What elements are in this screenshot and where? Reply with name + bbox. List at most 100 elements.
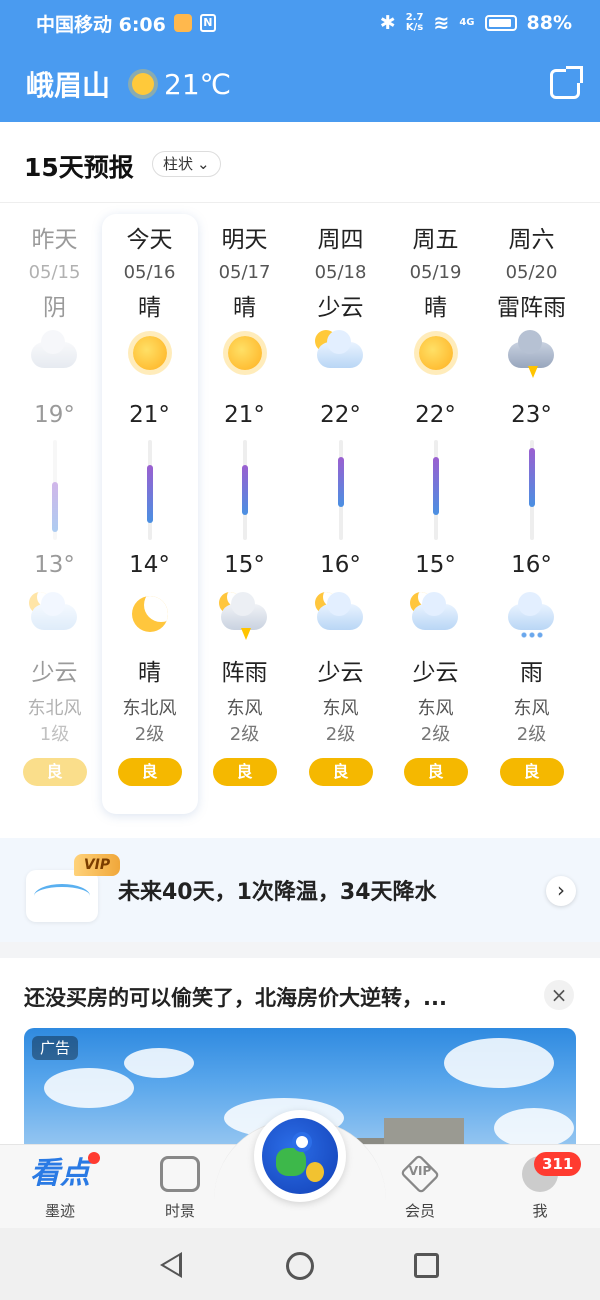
day-weather-icon: [102, 328, 197, 390]
moon-icon: [132, 596, 168, 632]
system-nav-bar: [0, 1228, 600, 1300]
day-weather: 晴: [138, 295, 161, 321]
day-date: 05/19: [409, 262, 462, 283]
low-temp: 15°: [415, 552, 456, 578]
air-quality-badge: 良: [22, 758, 87, 786]
notification-icon: [173, 14, 192, 32]
cloud-icon: [31, 592, 77, 630]
nav-label: 我: [532, 1202, 548, 1220]
temp-range-bar: [293, 440, 388, 540]
nav-item-huiyuan[interactable]: VIP 会员: [380, 1153, 460, 1221]
carrier-time: 中国移动 6:06: [36, 13, 166, 36]
chevron-down-icon: ⌄: [197, 155, 210, 173]
low-temp: 15°: [224, 552, 265, 578]
city-name[interactable]: 峨眉山: [26, 64, 110, 104]
vip-icon-text: VIP: [408, 1164, 432, 1178]
low-temp: 16°: [511, 552, 552, 578]
wind-direction: 东北风: [27, 698, 82, 719]
thunderstorm-icon: [508, 330, 554, 368]
forecast-day-column[interactable]: 明天 05/17 晴 21° 15° 阵雨 东风 2级良: [197, 222, 292, 786]
wind-direction: 东风: [322, 698, 359, 719]
battery-percent: 88%: [526, 12, 572, 34]
night-weather: 晴: [138, 660, 161, 686]
day-name: 周五: [412, 227, 459, 253]
ad-label: 广告: [32, 1036, 79, 1060]
forecast-day-column[interactable]: 周五 05/19 晴 22° 15° 少云 东风 2级良: [388, 222, 483, 786]
day-name: 今天: [126, 227, 173, 253]
globe-icon[interactable]: [254, 1110, 346, 1202]
high-temp: 19°: [34, 402, 75, 428]
wind-direction: 东风: [226, 698, 263, 719]
night-weather: 雨: [520, 660, 543, 686]
vip-forecast-banner[interactable]: VIP 未来40天，1次降温，34天降水: [0, 838, 600, 942]
app-header: 中国移动 6:06 N ✱ 2.7 K/s ≋ 4G 88% 峨眉山 21℃: [0, 0, 600, 122]
day-date: 05/16: [123, 262, 176, 283]
wind-level: 2级: [229, 724, 260, 745]
day-name: 周六: [508, 227, 555, 253]
day-name: 周四: [317, 227, 364, 253]
day-weather: 雷阵雨: [497, 295, 566, 321]
day-date: 05/20: [505, 262, 558, 283]
nav-label: 时景: [164, 1202, 195, 1220]
vip-badge: VIP: [74, 854, 120, 876]
recent-apps-icon[interactable]: [414, 1253, 439, 1278]
vip-icon: VIP: [399, 1153, 441, 1195]
high-temp: 22°: [415, 402, 456, 428]
high-temp: 22°: [320, 402, 361, 428]
nav-label: 墨迹: [44, 1202, 75, 1220]
day-weather-icon: [388, 328, 483, 390]
night-weather-icon: [7, 590, 102, 650]
cloud-icon: [412, 592, 458, 630]
night-weather-icon: [388, 590, 483, 650]
night-weather-icon: [484, 590, 579, 650]
picture-icon: [160, 1156, 200, 1192]
cloud-icon: [317, 592, 363, 630]
cloud-icon: [221, 592, 267, 630]
night-weather: 少云: [317, 660, 364, 686]
share-icon[interactable]: [550, 66, 583, 99]
air-quality-badge: 良: [403, 758, 468, 786]
home-icon[interactable]: [286, 1252, 314, 1280]
forecast-day-column[interactable]: 周六 05/20 雷阵雨 23° 16° 雨东风 2级良: [484, 222, 579, 786]
chart-mode-dropdown[interactable]: 柱状 ⌄: [152, 151, 221, 177]
wind-direction: 东风: [417, 698, 454, 719]
chevron-right-icon[interactable]: ›: [546, 876, 576, 906]
wind-level: 2级: [134, 724, 165, 745]
nav-label: 会员: [404, 1202, 435, 1220]
news-title[interactable]: 还没买房的可以偷笑了，北海房价大逆转，...: [24, 982, 534, 1012]
notification-dot: [88, 1152, 100, 1164]
network-type: 4G: [459, 17, 475, 28]
wind-level: 2级: [325, 724, 356, 745]
battery-icon: [484, 15, 517, 31]
divider: [0, 202, 600, 203]
high-temp: 23°: [511, 402, 552, 428]
forecast-day-column[interactable]: 昨天 05/15 阴 19° 13° 少云 东北风 1级良: [7, 222, 102, 786]
low-temp: 16°: [320, 552, 361, 578]
day-date: 05/17: [218, 262, 271, 283]
night-weather-icon: [293, 590, 388, 650]
temp-range-bar: [197, 440, 292, 540]
wind-direction: 东北风: [122, 698, 177, 719]
nav-item-shijing[interactable]: 时景: [140, 1156, 220, 1221]
low-temp: 14°: [129, 552, 170, 578]
trend-chart-icon: [26, 870, 98, 922]
forecast-day-column[interactable]: 今天 05/16 晴 21° 14° 晴东北风 2级良: [102, 222, 197, 786]
close-icon[interactable]: ×: [544, 980, 574, 1010]
kandian-icon: 看点: [30, 1156, 90, 1191]
nav-item-moji[interactable]: 看点 墨迹: [20, 1156, 100, 1221]
forecast-title: 15天预报: [24, 153, 134, 182]
day-date: 05/15: [28, 262, 81, 283]
back-icon[interactable]: [160, 1252, 182, 1278]
temp-range-bar: [388, 440, 483, 540]
rain-cloud-icon: [508, 592, 554, 630]
message-count-badge: 311: [534, 1152, 582, 1176]
forecast-day-column[interactable]: 周四 05/18 少云 22° 16° 少云 东风 2级良: [293, 222, 388, 786]
wifi-icon: ≋: [433, 12, 450, 34]
vip-banner-text: 未来40天，1次降温，34天降水: [118, 880, 437, 905]
day-name: 明天: [221, 227, 268, 253]
high-temp: 21°: [224, 402, 265, 428]
day-weather: 少云: [317, 295, 364, 321]
bluetooth-icon: ✱: [379, 12, 396, 34]
air-quality-badge: 良: [499, 758, 564, 786]
wind-level: 1级: [39, 724, 70, 745]
